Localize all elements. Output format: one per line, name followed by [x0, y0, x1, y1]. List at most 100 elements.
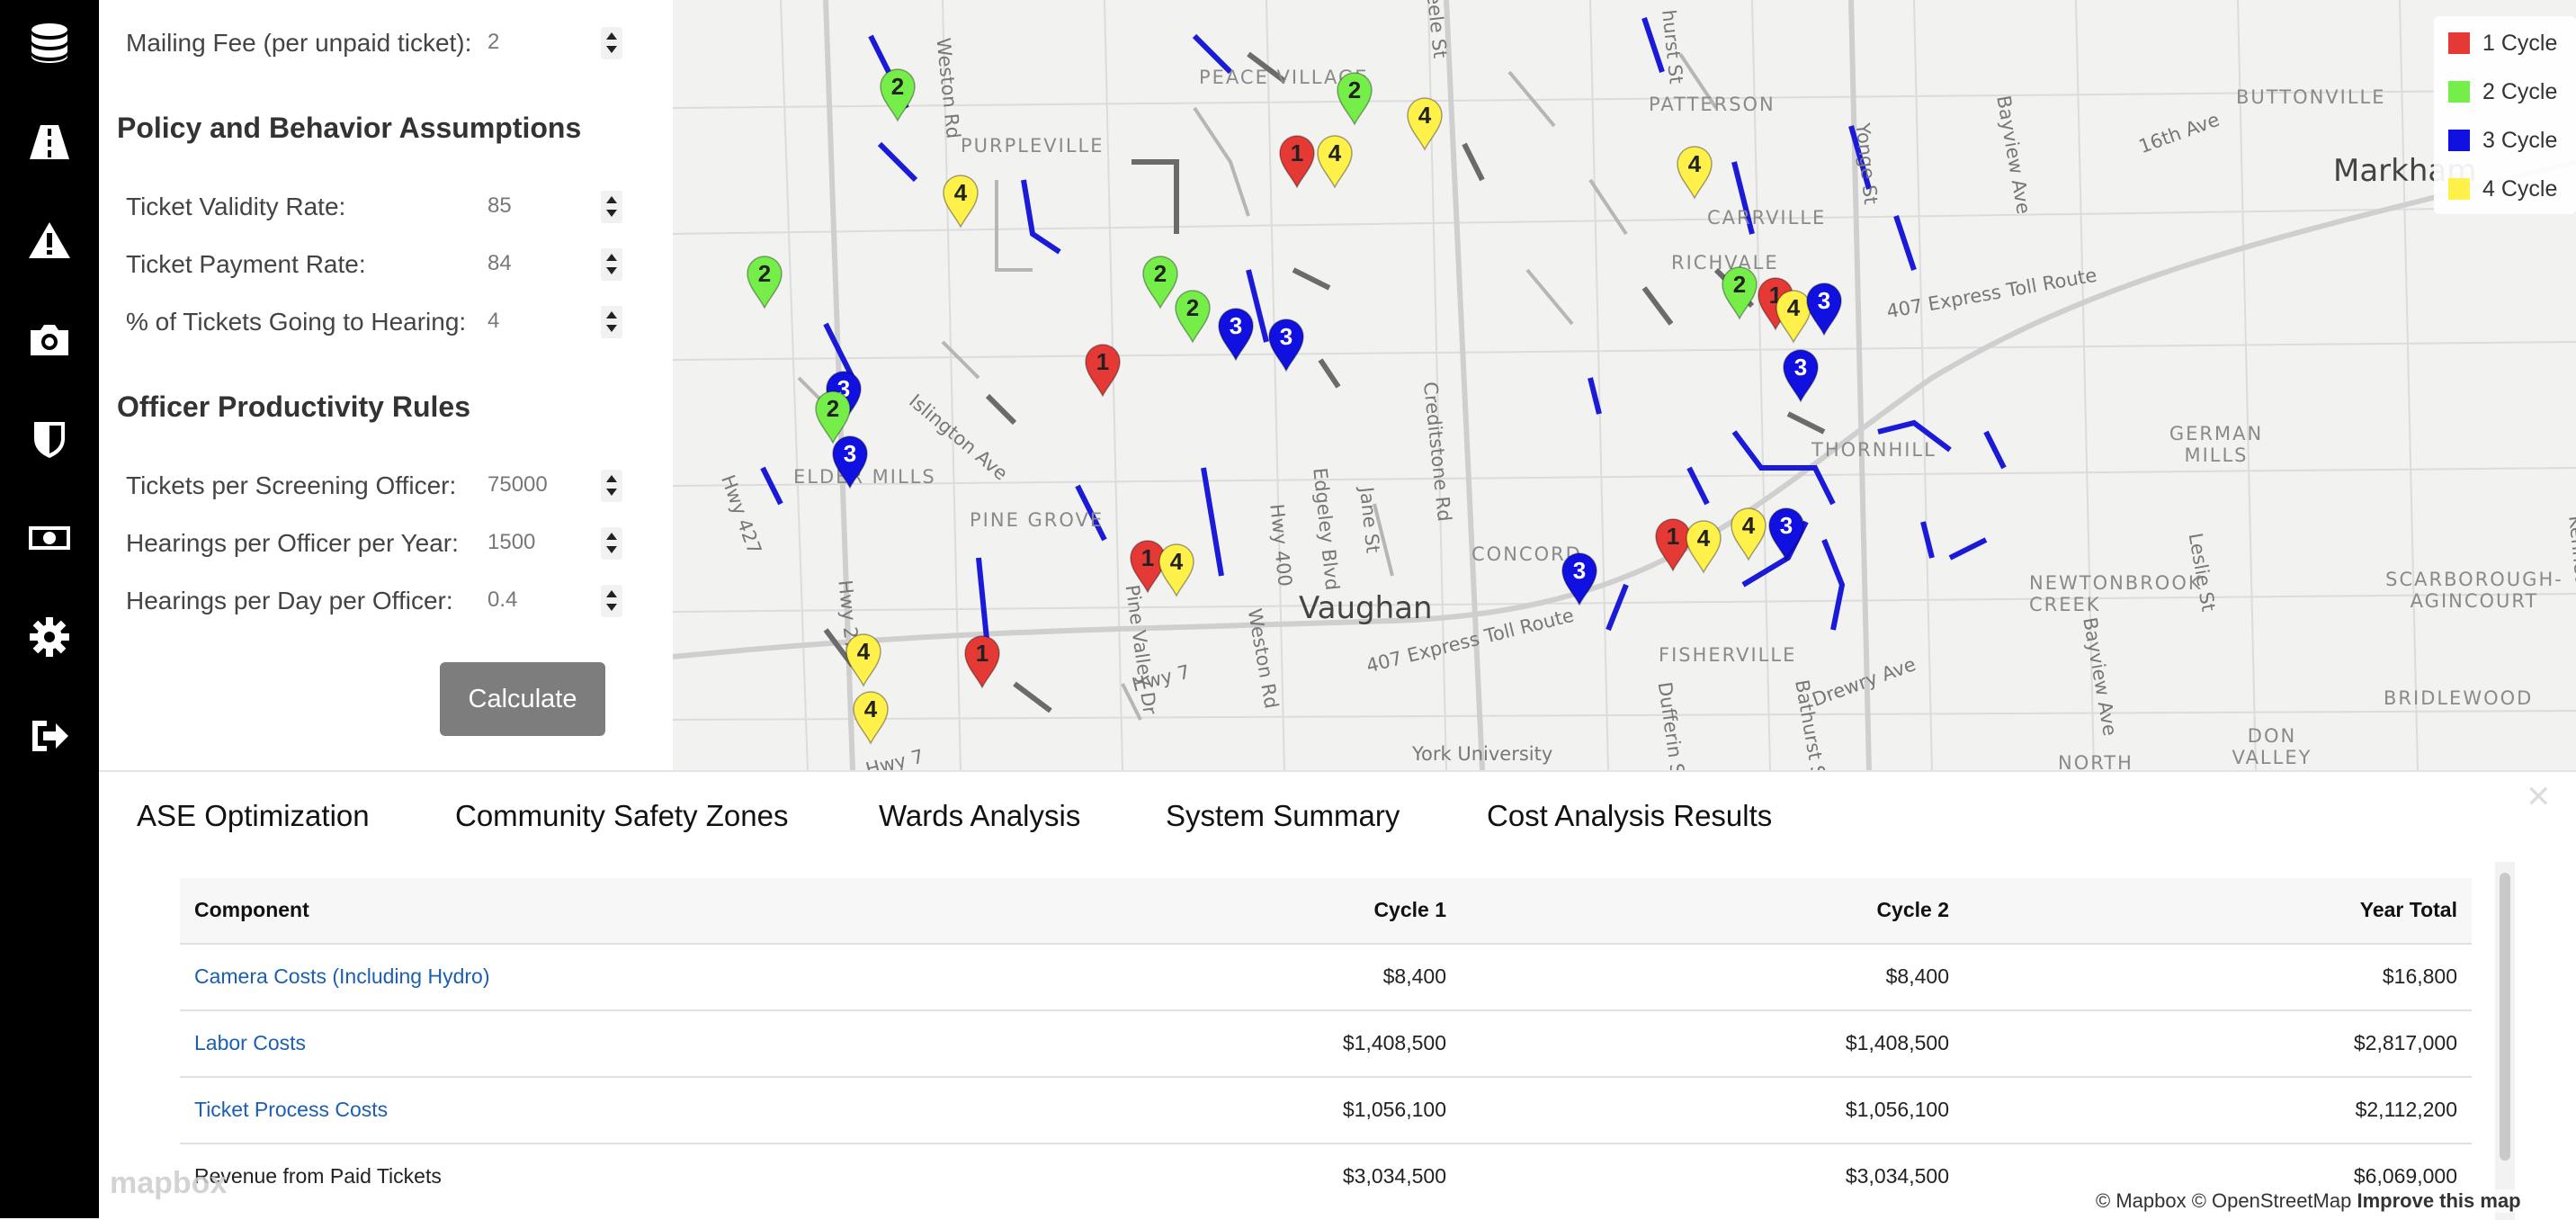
- legend-label-1: 1 Cycle: [2482, 31, 2558, 56]
- map-pin-marker[interactable]: 2: [1722, 266, 1758, 320]
- revenue-label: Revenue from Paid Tickets: [194, 1164, 442, 1188]
- cell-year-total: $6,069,000: [2353, 1164, 2457, 1188]
- svg-text:4: 4: [1787, 294, 1801, 321]
- svg-text:4: 4: [864, 695, 878, 722]
- map-pin-marker[interactable]: 4: [1317, 135, 1353, 189]
- svg-text:2: 2: [891, 73, 904, 100]
- map-pin-marker[interactable]: 3: [1783, 349, 1819, 403]
- map-pin-marker[interactable]: 1: [1279, 135, 1315, 189]
- svg-text:3: 3: [1794, 354, 1807, 381]
- svg-text:3: 3: [844, 440, 856, 467]
- map-pin-marker[interactable]: 1: [1655, 518, 1691, 572]
- map-markers[interactable]: 2243324411223 342141 42 1 4 33431 4 4 3: [673, 0, 2576, 770]
- improve-map-link[interactable]: Improve this map: [2357, 1189, 2520, 1212]
- map-pin-marker[interactable]: 2: [1175, 290, 1211, 344]
- tab-system-summary[interactable]: System Summary: [1166, 799, 1400, 833]
- sign-out-icon[interactable]: [22, 709, 76, 763]
- map-pin-marker[interactable]: 4: [1158, 543, 1194, 597]
- svg-text:3: 3: [1818, 287, 1830, 314]
- legend-item-4-cycle: 4 Cycle: [2448, 171, 2574, 207]
- map-pin-marker[interactable]: 3: [1768, 507, 1804, 561]
- legend-swatch-4: [2448, 178, 2470, 200]
- hearings-per-year-input[interactable]: [477, 522, 594, 563]
- attribution-text: © Mapbox © OpenStreetMap: [2096, 1189, 2352, 1212]
- ticket-payment-input[interactable]: [477, 243, 594, 284]
- map-pin-marker[interactable]: 3: [1218, 308, 1254, 362]
- map-pin-marker[interactable]: 3: [1806, 283, 1842, 336]
- mailing-fee-input[interactable]: [477, 22, 594, 63]
- svg-text:3: 3: [1573, 557, 1586, 584]
- map-pin-marker[interactable]: 3: [832, 435, 868, 489]
- ticket-payment-spinner[interactable]: [601, 248, 622, 281]
- ticket-payment-label: Ticket Payment Rate:: [126, 250, 366, 278]
- legend-label-2: 2 Cycle: [2482, 79, 2558, 104]
- svg-text:3: 3: [1780, 512, 1793, 539]
- map-pin-marker[interactable]: 4: [1686, 520, 1722, 574]
- map-pin-marker[interactable]: 2: [1142, 256, 1178, 309]
- map-pin-marker[interactable]: 4: [845, 633, 881, 687]
- map-pin-marker[interactable]: 1: [1085, 344, 1121, 398]
- results-scrollbar[interactable]: [2495, 862, 2515, 1220]
- map-pin-marker[interactable]: 2: [815, 390, 851, 444]
- map-pin-marker[interactable]: 4: [1407, 97, 1443, 151]
- header-component: Component: [194, 898, 309, 921]
- shield-icon[interactable]: [22, 412, 76, 466]
- map-pin-marker[interactable]: 4: [1677, 146, 1713, 200]
- cell-cycle-2: $1,056,100: [1845, 1098, 1949, 1121]
- tab-cost-analysis-results[interactable]: Cost Analysis Results: [1487, 799, 1772, 833]
- map-pin-marker[interactable]: 4: [1775, 290, 1811, 344]
- svg-text:1: 1: [976, 640, 988, 667]
- map-pin-marker[interactable]: 3: [1268, 318, 1304, 372]
- ticket-validity-label: Ticket Validity Rate:: [126, 193, 346, 220]
- map[interactable]: PURPLEVILLE PEACE VILLAGE PATTERSON BUTT…: [673, 0, 2576, 770]
- results-scrollbar-thumb[interactable]: [2500, 873, 2510, 1161]
- ticket-process-costs-link[interactable]: Ticket Process Costs: [194, 1098, 388, 1122]
- map-pin-marker[interactable]: 4: [1731, 507, 1767, 561]
- svg-text:1: 1: [1291, 139, 1303, 166]
- svg-text:2: 2: [1186, 294, 1199, 321]
- legend-item-2-cycle: 2 Cycle: [2448, 74, 2574, 110]
- tickets-per-officer-spinner[interactable]: [601, 470, 622, 502]
- hearing-pct-input[interactable]: [477, 301, 594, 342]
- results-panel: ASE Optimization Community Safety Zones …: [99, 770, 2576, 1220]
- map-pin-marker[interactable]: 2: [1337, 72, 1373, 126]
- hearings-per-year-spinner[interactable]: [601, 527, 622, 560]
- hearings-per-day-input[interactable]: [477, 579, 594, 621]
- mailing-fee-spinner[interactable]: [601, 27, 622, 59]
- money-icon[interactable]: [22, 511, 76, 565]
- tab-community-safety-zones[interactable]: Community Safety Zones: [455, 799, 788, 833]
- svg-text:2: 2: [1733, 271, 1746, 298]
- cell-cycle-1: $1,056,100: [1342, 1098, 1446, 1121]
- legend-label-4: 4 Cycle: [2482, 176, 2558, 202]
- warning-icon[interactable]: [22, 214, 76, 268]
- map-pin-marker[interactable]: 4: [943, 175, 979, 229]
- gear-icon[interactable]: [22, 610, 76, 664]
- map-attribution: © Mapbox © OpenStreetMap Improve this ma…: [2096, 1189, 2521, 1213]
- camera-icon[interactable]: [22, 313, 76, 367]
- ticket-validity-input[interactable]: [477, 185, 594, 227]
- hearing-pct-spinner[interactable]: [601, 306, 622, 338]
- map-pin-marker[interactable]: 2: [747, 256, 783, 309]
- map-pin-marker[interactable]: 1: [964, 635, 1000, 689]
- ticket-validity-spinner[interactable]: [601, 191, 622, 223]
- calculate-button[interactable]: Calculate: [440, 662, 605, 736]
- labor-costs-link[interactable]: Labor Costs: [194, 1031, 306, 1055]
- hearing-pct-label: % of Tickets Going to Hearing:: [126, 308, 467, 336]
- map-pin-marker[interactable]: 3: [1561, 552, 1597, 606]
- close-icon[interactable]: ✕: [2526, 779, 2552, 815]
- legend-item-1-cycle: 1 Cycle: [2448, 25, 2574, 61]
- tab-wards-analysis[interactable]: Wards Analysis: [879, 799, 1080, 833]
- map-pin-marker[interactable]: 4: [853, 691, 889, 745]
- legend-label-3: 3 Cycle: [2482, 128, 2558, 153]
- cell-cycle-2: $3,034,500: [1845, 1164, 1949, 1188]
- camera-costs-link[interactable]: Camera Costs (Including Hydro): [194, 964, 490, 989]
- road-icon[interactable]: [22, 115, 76, 169]
- tickets-per-officer-input[interactable]: [477, 464, 594, 506]
- database-icon[interactable]: [22, 16, 76, 70]
- map-legend: 1 Cycle 2 Cycle 3 Cycle 4 Cycle: [2434, 16, 2576, 214]
- tab-ase-optimization[interactable]: ASE Optimization: [137, 799, 370, 833]
- map-pin-marker[interactable]: 2: [880, 68, 916, 122]
- ticket-validity-row: Ticket Validity Rate:: [126, 184, 630, 229]
- tickets-per-officer-row: Tickets per Screening Officer:: [126, 462, 630, 507]
- hearings-per-day-spinner[interactable]: [601, 585, 622, 617]
